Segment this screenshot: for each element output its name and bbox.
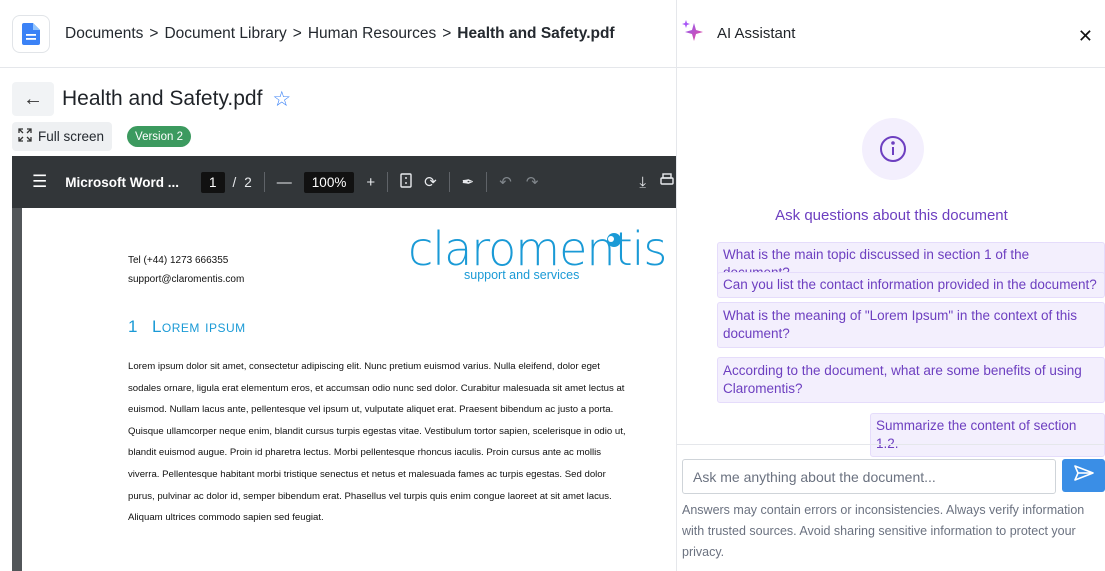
assistant-title: AI Assistant <box>717 25 796 42</box>
disclaimer-text: Answers may contain errors or inconsiste… <box>682 503 1085 559</box>
breadcrumb-item-document-library[interactable]: Document Library <box>164 25 286 43</box>
breadcrumb: Documents > Document Library > Human Res… <box>65 25 615 43</box>
toolbar-divider <box>263 172 265 192</box>
info-circle-icon <box>862 118 924 180</box>
draw-icon[interactable]: ✒ <box>462 173 475 191</box>
page-total: 2 <box>244 174 252 190</box>
send-icon <box>1073 465 1094 486</box>
rotate-icon[interactable]: ⟳ <box>424 173 437 191</box>
download-icon[interactable]: ⤓ <box>639 174 646 191</box>
undo-icon[interactable]: ↶ <box>499 173 512 191</box>
title-row: ← Health and Safety.pdf ☆ <box>12 82 291 116</box>
document-area: Documents > Document Library > Human Res… <box>0 0 676 571</box>
back-button[interactable]: ← <box>12 82 54 116</box>
page-separator: / <box>232 174 237 190</box>
page-number-input[interactable]: 1 <box>201 171 225 193</box>
contact-email: support@claromentis.com <box>128 274 245 285</box>
logo-mark <box>607 233 621 247</box>
pdf-canvas[interactable]: Tel (+44) 1273 666355 support@claromenti… <box>12 208 676 571</box>
divider <box>677 444 1105 445</box>
pdf-file-name: Microsoft Word ... <box>65 174 179 190</box>
chat-input[interactable] <box>682 459 1056 494</box>
section-title: Lorem ipsum <box>151 317 246 336</box>
suggestion-chip[interactable]: Summarize the content of section 1.2. <box>870 413 1105 457</box>
toolbar-divider <box>486 172 488 192</box>
assistant-header: AI Assistant ✕ <box>677 0 1105 68</box>
section-number: 1 <box>128 317 138 336</box>
fullscreen-label: Full screen <box>38 129 105 144</box>
contact-info: Tel (+44) 1273 666355 support@claromenti… <box>128 251 244 289</box>
logo-text: claromentis <box>408 222 667 276</box>
assistant-heading: Ask questions about this document <box>775 207 1008 224</box>
zoom-level[interactable]: 100% <box>303 171 355 193</box>
fullscreen-button[interactable]: Full screen <box>12 122 113 151</box>
fit-page-icon[interactable] <box>400 172 412 192</box>
breadcrumb-separator: > <box>292 24 302 42</box>
pdf-page: Tel (+44) 1273 666355 support@claromenti… <box>22 208 676 571</box>
suggestion-chip[interactable]: Can you list the contact information pro… <box>717 272 1105 298</box>
breadcrumb-item-documents[interactable]: Documents <box>65 25 143 43</box>
star-outline-icon[interactable]: ☆ <box>272 87 291 112</box>
zoom-in-icon[interactable]: + <box>366 174 375 191</box>
pdf-toolbar: ☰ Microsoft Word ... 1 / 2 — 100% + ⟳ ✒ … <box>12 156 676 208</box>
section-heading: 1 Lorem ipsum <box>128 317 246 337</box>
sparkle-icon <box>681 19 705 48</box>
hamburger-menu-icon[interactable]: ☰ <box>32 172 47 192</box>
expand-icon <box>18 128 32 145</box>
breadcrumb-current: Health and Safety.pdf <box>457 24 615 42</box>
body-paragraph: Lorem ipsum dolor sit amet, consectetur … <box>128 361 626 524</box>
top-bar: Documents > Document Library > Human Res… <box>0 0 676 68</box>
toolbar-right: ⤓ <box>639 156 676 208</box>
redo-icon[interactable]: ↷ <box>526 173 539 191</box>
ai-assistant-panel: AI Assistant ✕ Ask questions about this … <box>676 0 1105 571</box>
page-title: Health and Safety.pdf <box>62 87 263 110</box>
close-icon[interactable]: ✕ <box>1078 26 1093 47</box>
arrow-left-icon: ← <box>23 87 43 110</box>
toolbar-divider <box>387 172 389 192</box>
breadcrumb-separator: > <box>149 24 159 42</box>
version-badge: Version 2 <box>127 126 191 147</box>
toolbar-divider <box>448 172 450 192</box>
app-root: Documents > Document Library > Human Res… <box>0 0 1105 571</box>
claromentis-logo: claromentis support and services <box>408 222 667 290</box>
zoom-out-icon[interactable]: — <box>277 174 292 191</box>
breadcrumb-separator: > <box>442 24 452 42</box>
suggestion-chip[interactable]: What is the meaning of "Lorem Ipsum" in … <box>717 302 1105 348</box>
document-icon[interactable] <box>12 14 50 53</box>
send-button[interactable] <box>1062 459 1105 492</box>
breadcrumb-item-human-resources[interactable]: Human Resources <box>308 25 436 43</box>
print-icon[interactable] <box>660 173 674 191</box>
suggestion-chip[interactable]: According to the document, what are some… <box>717 357 1105 403</box>
logo-subtitle: support and services <box>464 268 580 282</box>
meta-row: Full screen Version 2 <box>12 122 191 151</box>
contact-phone: Tel (+44) 1273 666355 <box>128 255 229 266</box>
